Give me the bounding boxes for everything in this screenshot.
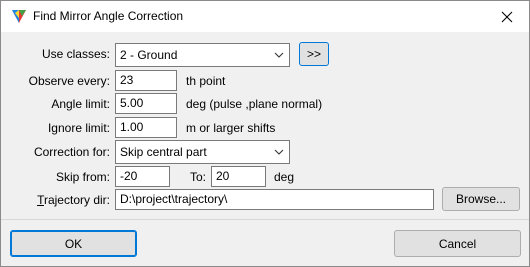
chevron-down-icon: [269, 44, 289, 66]
cancel-button[interactable]: Cancel: [394, 230, 521, 257]
window-title: Find Mirror Angle Correction: [33, 9, 184, 23]
correction-for-label: Correction for:: [33, 145, 110, 159]
correction-for-value: Skip central part: [120, 145, 207, 159]
close-button[interactable]: [485, 1, 529, 32]
trajectory-dir-label: Trajectory dir:: [37, 193, 110, 207]
select-classes-button[interactable]: >>: [299, 42, 329, 66]
ignore-limit-unit: m or larger shifts: [186, 121, 276, 135]
use-classes-label: Use classes:: [41, 47, 110, 61]
skip-unit: deg: [274, 170, 295, 184]
observe-every-input[interactable]: 23: [115, 70, 177, 91]
trajectory-dir-label-text: rajectory dir:: [43, 193, 110, 207]
title-bar: Find Mirror Angle Correction: [1, 1, 529, 32]
skip-to-input[interactable]: 20: [211, 166, 266, 187]
ignore-limit-input[interactable]: 1.00: [115, 117, 177, 138]
use-classes-select[interactable]: 2 - Ground: [115, 43, 290, 67]
correction-for-select[interactable]: Skip central part: [115, 140, 290, 164]
angle-limit-unit: deg (pulse ,plane normal): [186, 97, 323, 111]
angle-limit-input[interactable]: 5.00: [115, 93, 177, 114]
skip-from-input[interactable]: -20: [115, 166, 170, 187]
app-icon: [11, 8, 27, 24]
observe-every-label: Observe every:: [28, 74, 110, 88]
trajectory-dir-input[interactable]: D:\project\trajectory\: [115, 189, 434, 210]
ignore-limit-label: Ignore limit:: [47, 121, 110, 135]
angle-limit-label: Angle limit:: [51, 97, 110, 111]
close-icon: [501, 11, 513, 22]
chevron-down-icon: [269, 141, 289, 163]
ok-button[interactable]: OK: [10, 230, 137, 257]
skip-to-label: To:: [190, 170, 207, 184]
skip-from-label: Skip from:: [55, 170, 110, 184]
use-classes-value: 2 - Ground: [120, 48, 178, 62]
observe-every-unit: th point: [186, 74, 226, 88]
trajectory-dir-accel-key: T: [37, 193, 44, 207]
dialog-window: Find Mirror Angle Correction Use classes…: [0, 0, 530, 267]
browse-button[interactable]: Browse...: [442, 187, 520, 211]
